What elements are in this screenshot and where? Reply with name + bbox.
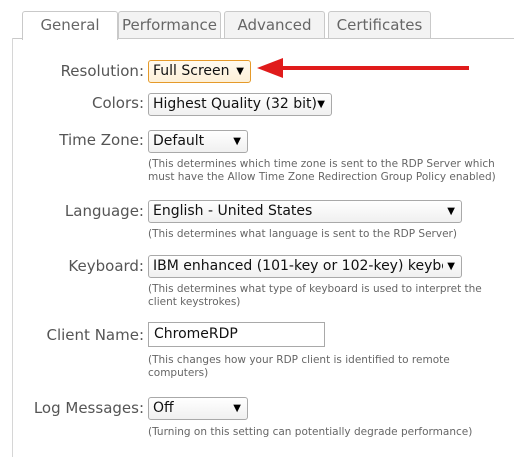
keyboard-label: Keyboard:	[68, 257, 144, 275]
time-zone-help: (This determines which time zone is sent…	[148, 158, 496, 183]
resolution-select[interactable]: Full Screen ▼	[148, 60, 251, 83]
chevron-down-icon: ▼	[447, 261, 455, 272]
resolution-label: Resolution:	[60, 62, 144, 80]
tab-bar: General Performance Advanced Certificate…	[0, 0, 514, 40]
language-value: English - United States	[153, 203, 313, 219]
tab-advanced[interactable]: Advanced	[224, 11, 325, 38]
keyboard-help: (This determines what type of keyboard i…	[148, 283, 482, 308]
client-name-label: Client Name:	[46, 326, 145, 344]
panel-left-border	[12, 38, 13, 457]
tab-general[interactable]: General	[22, 11, 118, 40]
chevron-down-icon: ▼	[236, 66, 244, 77]
red-arrow-annotation	[257, 58, 469, 78]
client-name-help: (This changes how your RDP client is ide…	[148, 354, 450, 379]
log-messages-select[interactable]: Off ▼	[148, 397, 248, 420]
log-messages-label: Log Messages:	[33, 399, 144, 417]
client-name-input[interactable]: ChromeRDP	[148, 322, 325, 347]
keyboard-value: IBM enhanced (101-key or 102-key) keybc	[153, 258, 443, 274]
log-messages-help: (Turning on this setting can potentially…	[148, 426, 473, 438]
resolution-value: Full Screen	[153, 63, 230, 79]
time-zone-select[interactable]: Default ▼	[148, 130, 248, 153]
time-zone-value: Default	[153, 133, 205, 149]
tab-performance[interactable]: Performance	[118, 11, 221, 38]
log-messages-value: Off	[153, 400, 174, 416]
colors-label: Colors:	[91, 94, 144, 112]
keyboard-select[interactable]: IBM enhanced (101-key or 102-key) keybc …	[148, 255, 462, 278]
tab-certificates[interactable]: Certificates	[328, 11, 431, 38]
language-select[interactable]: English - United States ▼	[148, 200, 462, 223]
language-label: Language:	[64, 202, 144, 220]
colors-select[interactable]: Highest Quality (32 bit) ▼	[148, 93, 332, 116]
chevron-down-icon: ▼	[317, 99, 325, 110]
colors-value: Highest Quality (32 bit)	[153, 96, 317, 112]
time-zone-label: Time Zone:	[59, 131, 144, 149]
language-help: (This determines what language is sent t…	[148, 228, 457, 240]
chevron-down-icon: ▼	[447, 206, 455, 217]
chevron-down-icon: ▼	[233, 403, 241, 414]
chevron-down-icon: ▼	[233, 136, 241, 147]
